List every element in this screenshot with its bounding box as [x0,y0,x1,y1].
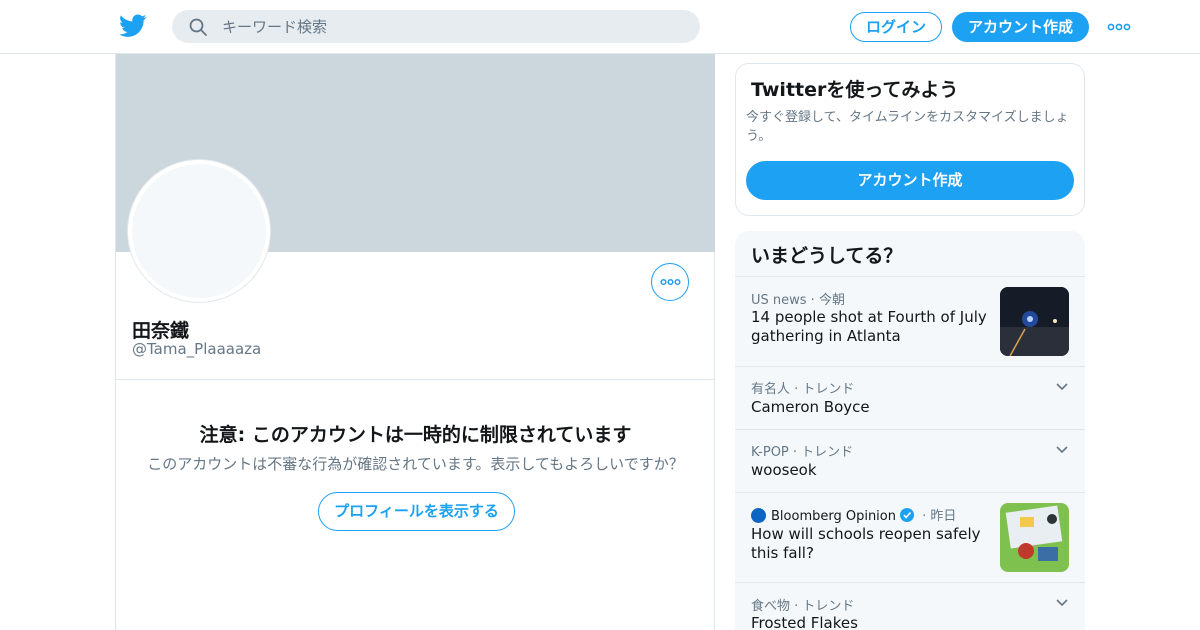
trends-panel: いまどうしてる？ US news · 今朝 14 people shot at … [735,231,1085,630]
trend-item[interactable]: US news · 今朝 14 people shot at Fourth of… [735,276,1085,366]
signup-card: Twitterを使ってみよう 今すぐ登録して、タイムラインをカスタマイズしましょ… [735,63,1085,216]
trend-source-name: Bloomberg Opinion [771,509,896,524]
signup-button[interactable]: アカウント作成 [952,12,1089,42]
more-dots-icon [660,278,681,286]
signup-card-description: 今すぐ登録して、タイムラインをカスタマイズしましょう。 [746,110,1069,144]
trend-meta: US news · 今朝 [751,293,845,308]
signup-card-button[interactable]: アカウント作成 [746,161,1074,200]
chevron-down-icon[interactable] [1054,444,1070,456]
more-options-icon[interactable] [1106,18,1132,36]
profile-more-button[interactable] [651,263,689,301]
trend-headline: How will schools reopen safely this fall… [751,525,981,562]
trend-meta: 食べ物 · トレンド [751,599,855,614]
avatar[interactable] [128,160,270,302]
chevron-down-icon[interactable] [1054,381,1070,393]
trend-source: Bloomberg Opinion · 昨日 [751,505,956,524]
chevron-down-icon[interactable] [1054,597,1070,609]
search-box[interactable] [172,10,700,43]
profile-handle: @Tama_Plaaaaza [132,340,262,358]
trends-title: いまどうしてる？ [751,245,903,267]
login-button[interactable]: ログイン [850,12,942,42]
signup-card-title: Twitterを使ってみよう [751,79,959,101]
twitter-bird-icon[interactable] [119,13,147,39]
trend-time: · 昨日 [922,509,957,524]
bloomberg-logo-icon [751,508,766,523]
trend-headline: Frosted Flakes [751,614,858,630]
trend-item[interactable]: Bloomberg Opinion · 昨日 How will schools … [735,492,1085,582]
divider [116,379,715,380]
profile-display-name: 田奈鐵 [132,320,190,342]
trend-headline: Cameron Boyce [751,398,870,416]
top-navigation-bar: ログイン アカウント作成 [0,0,1200,54]
classroom-image [1000,503,1069,572]
trend-item[interactable]: K-POP · トレンド wooseok [735,429,1085,492]
night-scene-image [1000,287,1069,356]
trend-item[interactable]: 食べ物 · トレンド Frosted Flakes [735,582,1085,630]
trend-item[interactable]: 有名人 · トレンド Cameron Boyce [735,366,1085,429]
trend-meta: K-POP · トレンド [751,445,854,460]
restriction-warning-text: このアカウントは不審な行為が確認されています。表示してもよろしいですか？ [147,455,684,473]
search-icon [189,18,207,36]
trend-thumbnail[interactable] [1000,287,1069,356]
trend-headline: wooseok [751,461,817,479]
trend-meta: 有名人 · トレンド [751,382,855,397]
profile-column: 田奈鐵 @Tama_Plaaaaza 注意: このアカウントは一時的に制限されて… [115,54,715,630]
verified-badge-icon [900,508,914,522]
show-profile-button[interactable]: プロフィールを表示する [318,492,515,531]
search-input[interactable] [222,10,682,43]
trend-headline: 14 people shot at Fourth of July gatheri… [751,308,987,345]
restriction-warning-title: 注意: このアカウントは一時的に制限されています [199,424,632,446]
trend-thumbnail[interactable] [1000,503,1069,572]
